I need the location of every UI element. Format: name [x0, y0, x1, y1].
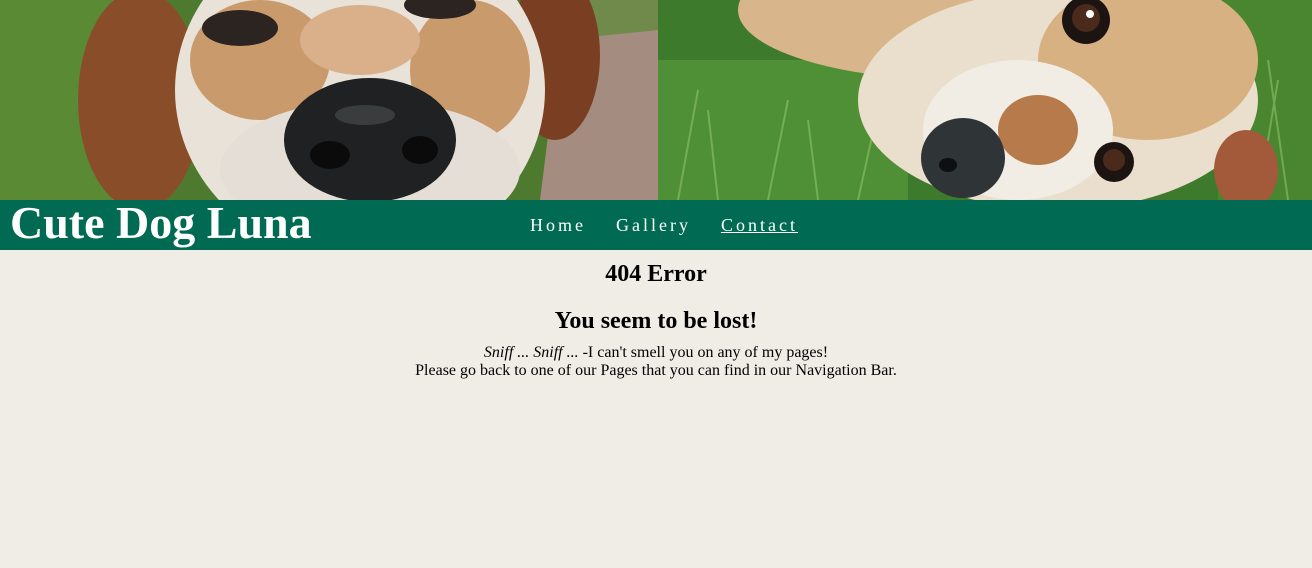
nav-link-home[interactable]: Home [530, 204, 586, 247]
dog-in-grass-photo [658, 0, 1312, 200]
nav-link-contact[interactable]: Contact [721, 204, 798, 247]
message-line-2: Please go back to one of our Pages that … [415, 362, 897, 379]
message-line-1: -I can't smell you on any of my pages! [578, 344, 829, 361]
navigation-bar: Cute Dog Luna Home Gallery Contact [0, 198, 1312, 250]
lost-heading: You seem to be lost! [554, 308, 758, 334]
main-content: 404 Error You seem to be lost! Sniff ...… [0, 250, 1312, 380]
error-code-heading: 404 Error [605, 261, 707, 287]
page-header: Cute Dog Luna Home Gallery Contact [0, 0, 1312, 250]
hero-banner [0, 0, 1312, 200]
nav-link-gallery[interactable]: Gallery [616, 204, 691, 247]
dog-nose-photo [0, 0, 658, 200]
sniff-text: Sniff ... Sniff ... [483, 344, 579, 361]
nav-links: Home Gallery Contact [530, 200, 828, 250]
error-message: Sniff ... Sniff ... -I can't smell you o… [0, 334, 1312, 380]
site-title[interactable]: Cute Dog Luna [10, 198, 312, 248]
